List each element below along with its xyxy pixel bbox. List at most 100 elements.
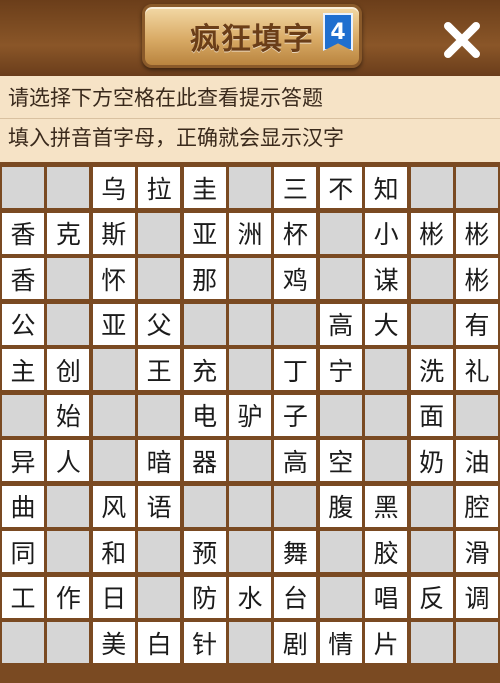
grid-cell[interactable]: 器 xyxy=(183,440,226,481)
grid-cell[interactable]: 唱 xyxy=(365,576,408,618)
grid-cell[interactable]: 知 xyxy=(365,167,408,208)
grid-cell[interactable] xyxy=(456,622,498,663)
grid-cell[interactable]: 礼 xyxy=(456,349,498,390)
grid-cell[interactable]: 子 xyxy=(274,394,317,436)
grid-cell[interactable] xyxy=(410,258,453,299)
grid-cell[interactable] xyxy=(319,576,362,618)
grid-cell[interactable]: 香 xyxy=(2,258,44,299)
grid-cell[interactable]: 乌 xyxy=(92,167,135,208)
grid-cell[interactable]: 舞 xyxy=(274,531,317,572)
grid-cell[interactable]: 和 xyxy=(92,531,135,572)
grid-cell[interactable]: 有 xyxy=(456,303,498,345)
grid-cell[interactable]: 曲 xyxy=(2,485,44,527)
grid-cell[interactable]: 防 xyxy=(183,576,226,618)
grid-cell[interactable] xyxy=(229,622,271,663)
grid-cell[interactable]: 异 xyxy=(2,440,44,481)
grid-cell[interactable]: 大 xyxy=(365,303,408,345)
grid-cell[interactable]: 奶 xyxy=(410,440,453,481)
grid-cell[interactable]: 充 xyxy=(183,349,226,390)
grid-cell[interactable]: 黑 xyxy=(365,485,408,527)
grid-cell[interactable] xyxy=(92,349,135,390)
grid-cell[interactable] xyxy=(319,212,362,254)
grid-cell[interactable]: 鸡 xyxy=(274,258,317,299)
grid-cell[interactable] xyxy=(229,485,271,527)
grid-cell[interactable] xyxy=(410,485,453,527)
grid-cell[interactable] xyxy=(229,531,271,572)
grid-cell[interactable] xyxy=(229,303,271,345)
grid-cell[interactable]: 同 xyxy=(2,531,44,572)
grid-cell[interactable]: 胶 xyxy=(365,531,408,572)
grid-cell[interactable]: 工 xyxy=(2,576,44,618)
grid-cell[interactable]: 油 xyxy=(456,440,498,481)
grid-cell[interactable]: 美 xyxy=(92,622,135,663)
grid-cell[interactable]: 那 xyxy=(183,258,226,299)
grid-cell[interactable]: 片 xyxy=(365,622,408,663)
grid-cell[interactable] xyxy=(47,167,90,208)
grid-cell[interactable]: 驴 xyxy=(229,394,271,436)
grid-cell[interactable] xyxy=(410,167,453,208)
grid-cell[interactable]: 暗 xyxy=(138,440,181,481)
grid-cell[interactable] xyxy=(365,440,408,481)
grid-cell[interactable]: 公 xyxy=(2,303,44,345)
grid-cell[interactable] xyxy=(229,349,271,390)
grid-cell[interactable] xyxy=(2,622,44,663)
grid-cell[interactable] xyxy=(319,531,362,572)
grid-cell[interactable] xyxy=(229,258,271,299)
grid-cell[interactable] xyxy=(183,303,226,345)
grid-cell[interactable]: 调 xyxy=(456,576,498,618)
grid-cell[interactable]: 彬 xyxy=(410,212,453,254)
grid-cell[interactable]: 水 xyxy=(229,576,271,618)
grid-cell[interactable] xyxy=(47,258,90,299)
grid-cell[interactable] xyxy=(183,485,226,527)
grid-cell[interactable]: 空 xyxy=(319,440,362,481)
grid-cell[interactable] xyxy=(138,531,181,572)
grid-cell[interactable]: 高 xyxy=(319,303,362,345)
grid-cell[interactable]: 人 xyxy=(47,440,90,481)
grid-cell[interactable] xyxy=(456,167,498,208)
grid-cell[interactable]: 语 xyxy=(138,485,181,527)
grid-cell[interactable] xyxy=(138,212,181,254)
grid-cell[interactable]: 白 xyxy=(138,622,181,663)
grid-cell[interactable]: 三 xyxy=(274,167,317,208)
grid-cell[interactable] xyxy=(410,622,453,663)
grid-cell[interactable]: 彬 xyxy=(456,258,498,299)
grid-cell[interactable]: 洲 xyxy=(229,212,271,254)
grid-cell[interactable] xyxy=(2,394,44,436)
grid-cell[interactable] xyxy=(47,531,90,572)
grid-cell[interactable] xyxy=(319,258,362,299)
grid-cell[interactable] xyxy=(138,576,181,618)
grid-cell[interactable]: 拉 xyxy=(138,167,181,208)
grid-cell[interactable] xyxy=(47,485,90,527)
grid-cell[interactable] xyxy=(92,440,135,481)
grid-cell[interactable]: 滑 xyxy=(456,531,498,572)
grid-cell[interactable]: 香 xyxy=(2,212,44,254)
grid-cell[interactable]: 王 xyxy=(138,349,181,390)
grid-cell[interactable]: 作 xyxy=(47,576,90,618)
grid-cell[interactable]: 不 xyxy=(319,167,362,208)
grid-cell[interactable]: 情 xyxy=(319,622,362,663)
grid-cell[interactable]: 洗 xyxy=(410,349,453,390)
close-button[interactable] xyxy=(436,14,488,66)
grid-cell[interactable] xyxy=(274,303,317,345)
grid-cell[interactable]: 亚 xyxy=(183,212,226,254)
grid-cell[interactable]: 谋 xyxy=(365,258,408,299)
grid-cell[interactable]: 始 xyxy=(47,394,90,436)
grid-cell[interactable]: 主 xyxy=(2,349,44,390)
grid-cell[interactable] xyxy=(365,394,408,436)
grid-cell[interactable]: 高 xyxy=(274,440,317,481)
grid-cell[interactable]: 腔 xyxy=(456,485,498,527)
grid-cell[interactable]: 怀 xyxy=(92,258,135,299)
grid-cell[interactable] xyxy=(229,440,271,481)
grid-cell[interactable] xyxy=(47,622,90,663)
grid-cell[interactable]: 台 xyxy=(274,576,317,618)
grid-cell[interactable] xyxy=(274,485,317,527)
grid-cell[interactable]: 电 xyxy=(183,394,226,436)
grid-cell[interactable]: 亚 xyxy=(92,303,135,345)
grid-cell[interactable] xyxy=(365,349,408,390)
grid-cell[interactable]: 创 xyxy=(47,349,90,390)
grid-cell[interactable]: 彬 xyxy=(456,212,498,254)
grid-cell[interactable] xyxy=(138,258,181,299)
grid-cell[interactable]: 圭 xyxy=(183,167,226,208)
grid-cell[interactable]: 预 xyxy=(183,531,226,572)
grid-cell[interactable]: 小 xyxy=(365,212,408,254)
